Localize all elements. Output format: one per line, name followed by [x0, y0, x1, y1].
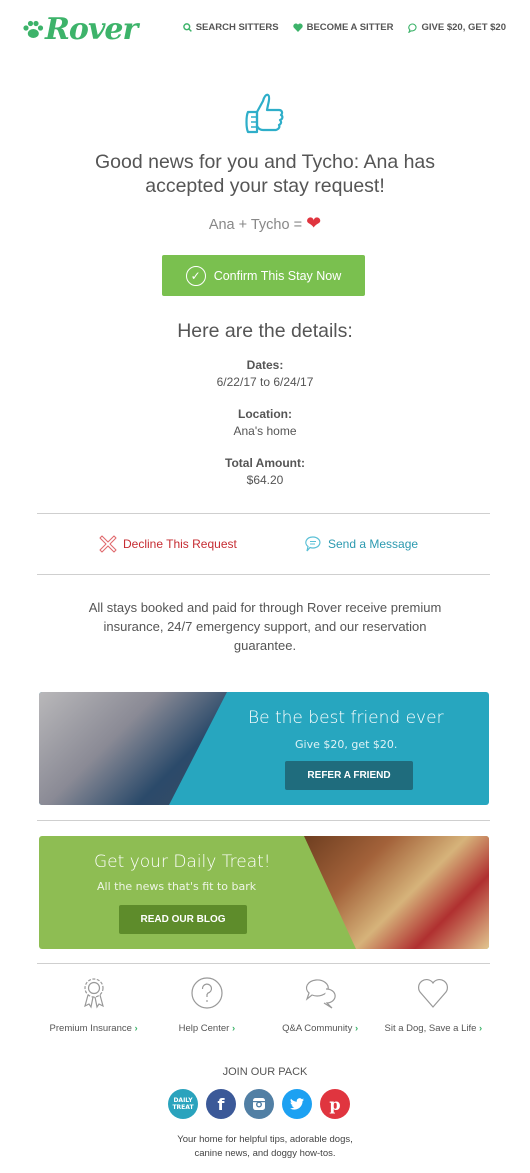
chevron-right-icon: ›	[134, 1023, 138, 1034]
detail-value: Ana's home	[233, 424, 297, 438]
nav-label: SEARCH SITTERS	[195, 22, 279, 33]
divider	[37, 963, 490, 964]
nav-label: GIVE $20, GET $20	[421, 22, 507, 33]
detail-label: Location:	[238, 407, 292, 421]
divider	[37, 574, 490, 575]
headline-line-2: accepted your stay request!	[145, 175, 385, 197]
footer-link-sit-a-dog[interactable]: Sit a Dog, Save a Life ›	[377, 976, 490, 1034]
divider	[37, 513, 490, 514]
search-icon	[182, 23, 192, 32]
thumbs-up-icon	[245, 93, 284, 134]
footer-links: Premium Insurance › Help Center › Q&A Co…	[37, 976, 490, 1034]
decline-request-link[interactable]: Decline This Request	[99, 535, 237, 553]
chevron-right-icon: ›	[354, 1023, 359, 1034]
detail-total: Total Amount: $64.20	[0, 456, 530, 487]
footer-link-label: Q&A Community ›	[282, 1023, 359, 1034]
blog-banner[interactable]: Get your Daily Treat! All the news that'…	[39, 836, 489, 949]
tagline-line: Your home for helpful tips, adorable dog…	[177, 1134, 353, 1145]
insurance-line: insurance, 24/7 emergency support, and o…	[103, 619, 427, 634]
nav-search-sitters[interactable]: SEARCH SITTERS	[182, 22, 279, 33]
heart-icon: ❤	[306, 213, 322, 233]
award-ribbon-icon	[83, 978, 104, 1009]
twitter-icon[interactable]	[282, 1089, 312, 1119]
detail-dates: Dates: 6/22/17 to 6/24/17	[0, 358, 530, 389]
daily-treat-icon[interactable]: DAILY TREAT	[168, 1089, 198, 1119]
footer-link-label: Help Center ›	[178, 1023, 236, 1034]
instagram-glyph	[253, 1098, 265, 1110]
equation-text: Ana + Tycho =	[208, 217, 303, 233]
dog-breakfast-photo	[304, 836, 489, 949]
send-message-link[interactable]: Send a Message	[304, 535, 418, 553]
banner-subtitle: All the news that's fit to bark	[97, 880, 257, 893]
confirm-stay-label: Confirm This Stay Now	[213, 268, 342, 283]
message-label: Send a Message	[328, 537, 419, 551]
read-blog-button[interactable]: READ OUR BLOG	[119, 905, 247, 934]
heart-outline-icon	[418, 979, 449, 1008]
woman-with-dog-photo	[39, 692, 227, 805]
footer-link-label: Premium Insurance ›	[49, 1023, 138, 1034]
footer-link-qa-community[interactable]: Q&A Community ›	[264, 976, 377, 1034]
footer-link-premium-insurance[interactable]: Premium Insurance ›	[37, 976, 150, 1034]
nav-give-get[interactable]: GIVE $20, GET $20	[407, 22, 507, 33]
chevron-right-icon: ›	[231, 1023, 236, 1034]
header: Rover SEARCH SITTERS BECOME A SITTER GIV…	[0, 0, 530, 60]
divider	[37, 820, 490, 821]
message-bubble-icon	[305, 536, 321, 552]
chevron-right-icon: ›	[479, 1023, 483, 1034]
decline-label: Decline This Request	[123, 537, 237, 551]
heart-icon	[292, 23, 303, 32]
logo-text: Rover	[45, 12, 138, 47]
detail-value: 6/22/17 to 6/24/17	[216, 375, 314, 389]
banner-title: Get your Daily Treat!	[94, 852, 271, 872]
chat-bubble-icon	[407, 22, 417, 33]
nav-become-sitter[interactable]: BECOME A SITTER	[292, 22, 394, 33]
top-nav: SEARCH SITTERS BECOME A SITTER GIVE $20,…	[182, 22, 507, 33]
footer-link-help-center[interactable]: Help Center ›	[150, 976, 263, 1034]
confirm-stay-button[interactable]: ✓ Confirm This Stay Now	[162, 255, 365, 296]
detail-value: $64.20	[246, 473, 284, 487]
details-title: Here are the details:	[177, 320, 353, 342]
equation: Ana + Tycho = ❤	[0, 213, 530, 234]
insurance-line: guarantee.	[233, 638, 297, 653]
banner-subtitle: Give $20, get $20.	[295, 738, 398, 751]
headline-line-1: Good news for you and Tycho: Ana has	[94, 151, 436, 173]
twitter-bird	[290, 1098, 304, 1110]
social-tagline: Your home for helpful tips, adorable dog…	[0, 1133, 530, 1161]
question-circle-icon	[191, 977, 223, 1009]
detail-location: Location: Ana's home	[0, 407, 530, 438]
insurance-line: All stays booked and paid for through Ro…	[88, 600, 442, 615]
detail-label: Total Amount:	[225, 456, 305, 470]
instagram-icon[interactable]	[244, 1089, 274, 1119]
join-pack-title: JOIN OUR PACK	[222, 1066, 308, 1078]
nav-label: BECOME A SITTER	[306, 22, 394, 33]
refer-friend-button[interactable]: REFER A FRIEND	[285, 761, 413, 790]
pinterest-icon[interactable]: p	[320, 1089, 350, 1119]
x-icon	[99, 535, 117, 553]
paw-icon	[23, 20, 44, 38]
chat-bubbles-icon	[305, 979, 336, 1009]
footer-link-label: Sit a Dog, Save a Life ›	[384, 1023, 483, 1034]
tagline-line: canine news, and doggy how-tos.	[194, 1148, 336, 1159]
facebook-icon[interactable]: f	[206, 1089, 236, 1119]
rover-logo[interactable]: Rover	[22, 12, 138, 47]
detail-label: Dates:	[246, 358, 284, 372]
social-links: DAILY TREAT f p	[168, 1089, 350, 1119]
referral-banner[interactable]: Be the best friend ever Give $20, get $2…	[39, 692, 489, 805]
check-circle-icon: ✓	[185, 265, 206, 286]
headline: Good news for you and Tycho: Ana has acc…	[0, 150, 530, 198]
insurance-text: All stays booked and paid for through Ro…	[0, 598, 530, 655]
banner-title: Be the best friend ever	[248, 708, 444, 728]
